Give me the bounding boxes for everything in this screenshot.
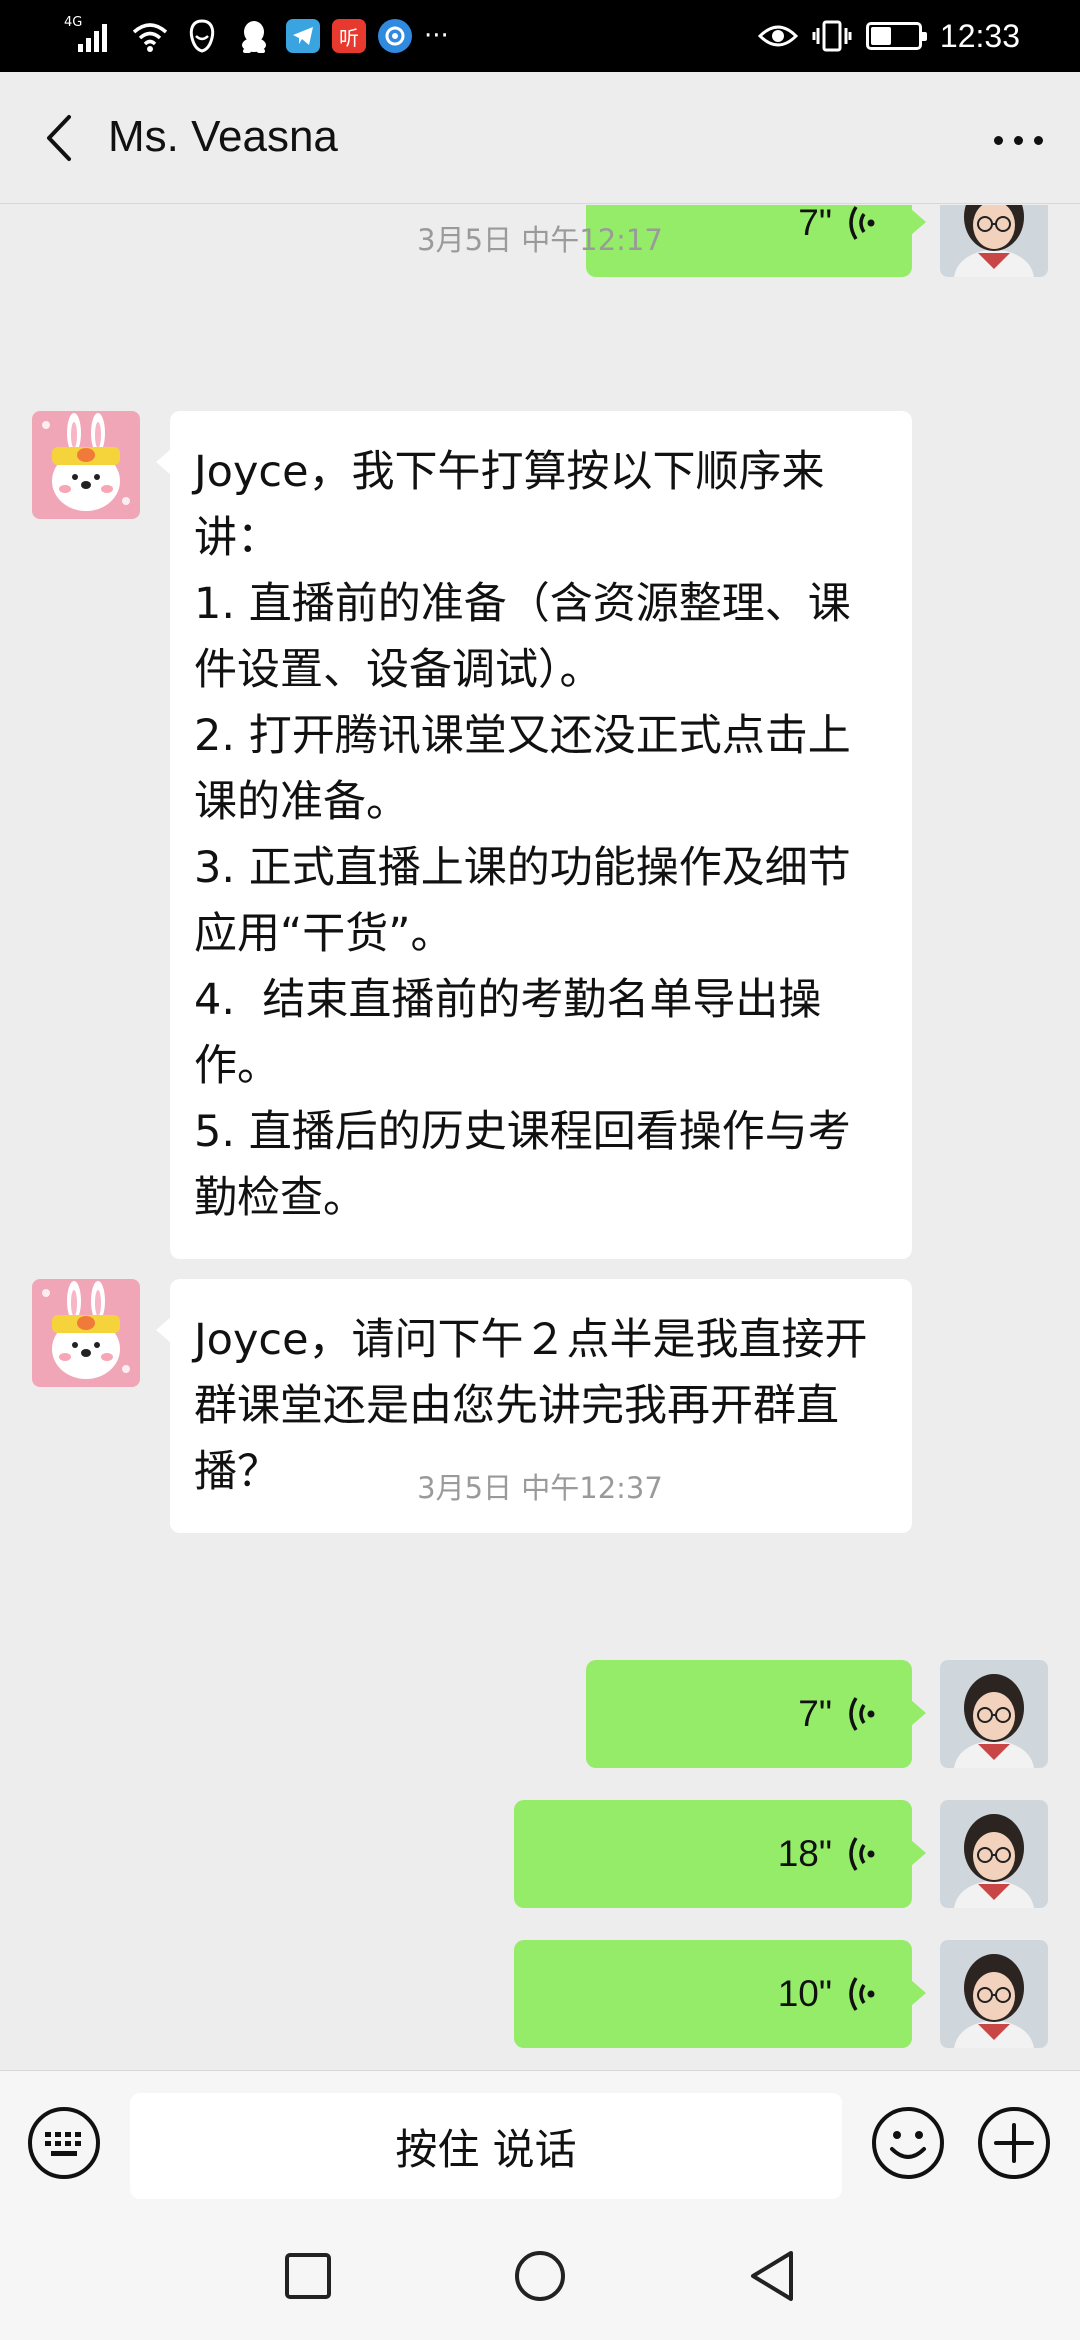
- status-left: 4G 听 ···: [64, 14, 449, 58]
- keyboard-toggle-button[interactable]: [26, 2105, 102, 2181]
- my-avatar[interactable]: [940, 1800, 1048, 1908]
- status-time: 12:33: [939, 17, 1020, 54]
- voice-wave-icon: [846, 1694, 876, 1734]
- eye-comfort-icon: [757, 16, 798, 56]
- back-button[interactable]: [30, 110, 86, 166]
- more-dot: [993, 135, 1003, 145]
- signal-icon: 4G: [64, 16, 118, 56]
- vibrate-icon: [812, 16, 852, 56]
- voice-wave-icon: [846, 1974, 876, 2014]
- telegram-icon: [286, 19, 320, 53]
- voice-wave-icon: [846, 1834, 876, 1874]
- browser-app-icon: [378, 19, 412, 53]
- text-message[interactable]: Joyce，我下午打算按以下顺序来讲： 1. 直播前的准备（含资源整理、课件设置…: [156, 411, 912, 1259]
- ting-app-icon: 听: [332, 19, 366, 53]
- recent-apps-icon: [285, 2253, 331, 2299]
- qq-icon: [234, 16, 274, 56]
- ting-app-label: 听: [339, 25, 359, 50]
- status-bar: 4G 听 ··· 12:33: [0, 0, 1080, 72]
- chevron-left-icon: [47, 115, 71, 161]
- more-options-button[interactable]: [986, 112, 1050, 168]
- contact-avatar[interactable]: [32, 1279, 140, 1387]
- plus-icon: [978, 2107, 1050, 2179]
- more-dot: [1033, 135, 1043, 145]
- voice-message[interactable]: 18": [514, 1800, 926, 1908]
- more-notifications-icon: ···: [424, 21, 449, 51]
- home-button[interactable]: [510, 2246, 570, 2306]
- voice-message[interactable]: 7": [586, 1660, 926, 1768]
- battery-icon: [865, 22, 927, 50]
- emoji-icon: [872, 2107, 944, 2179]
- voice-duration: 7": [798, 1693, 832, 1734]
- my-avatar[interactable]: [940, 1660, 1048, 1768]
- chat-area[interactable]: 7" 3月5日 中午12:17 Joyce，我下午打算按以下顺序来讲： 1. 直…: [0, 205, 1080, 2070]
- input-bar: 按住 说话: [0, 2070, 1080, 2212]
- more-dot: [1013, 135, 1023, 145]
- system-back-button[interactable]: [742, 2246, 802, 2306]
- voice-duration: 10": [777, 1973, 832, 2014]
- timestamp: 3月5日 中午12:37: [417, 1471, 663, 1505]
- chat-header: Ms. Veasna: [0, 72, 1080, 204]
- back-icon: [751, 2251, 793, 2301]
- voice-message[interactable]: 10": [514, 1940, 926, 2048]
- system-nav-bar: [0, 2212, 1080, 2340]
- my-avatar[interactable]: [940, 1940, 1048, 2048]
- contact-avatar[interactable]: [32, 411, 140, 519]
- app-notification-icon: [182, 16, 222, 56]
- hold-to-talk-button[interactable]: 按住 说话: [130, 2093, 842, 2199]
- wifi-icon: [130, 16, 170, 56]
- network-type-label: 4G: [64, 15, 83, 30]
- recent-apps-button[interactable]: [278, 2246, 338, 2306]
- emoji-button[interactable]: [870, 2105, 946, 2181]
- timestamp: 3月5日 中午12:17: [417, 223, 663, 257]
- voice-duration: 18": [777, 1833, 832, 1874]
- chat-title: Ms. Veasna: [108, 112, 338, 161]
- home-icon: [515, 2251, 565, 2301]
- battery-level: [870, 27, 891, 45]
- status-right: 12:33: [757, 14, 1020, 58]
- add-more-button[interactable]: [976, 2105, 1052, 2181]
- keyboard-icon: [28, 2107, 100, 2179]
